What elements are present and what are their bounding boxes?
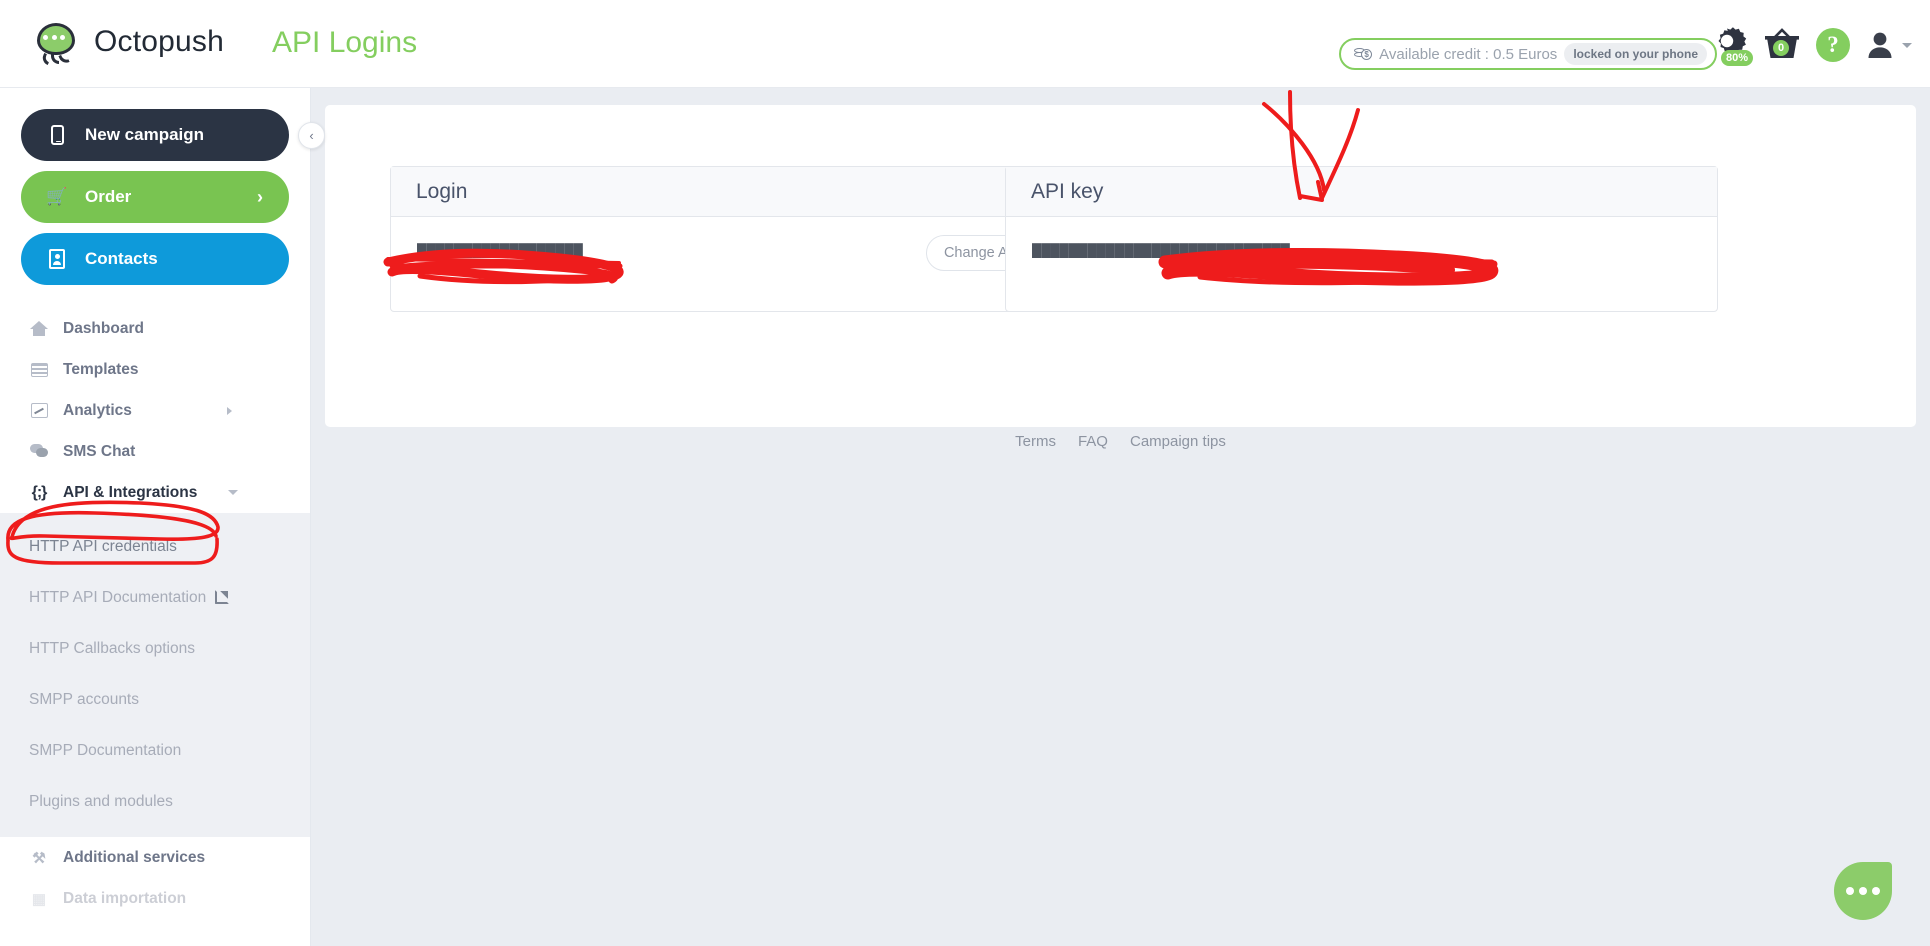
login-card: Login ██████████████████ Change API logi… bbox=[390, 166, 1103, 312]
chevron-right-icon: › bbox=[257, 186, 263, 207]
sidebar-item-smpp-documentation[interactable]: SMPP Documentation bbox=[0, 725, 310, 776]
basket-badge: 0 bbox=[1773, 40, 1790, 56]
sidebar-item-label: Data importation bbox=[63, 889, 187, 907]
sidebar-item-data-importation[interactable]: ▦ Data importation bbox=[0, 878, 310, 919]
main-content: Login ██████████████████ Change API logi… bbox=[311, 88, 1930, 946]
external-link-icon bbox=[215, 590, 230, 604]
footer-links: Terms FAQ Campaign tips bbox=[325, 433, 1916, 450]
sidebar-collapse-toggle[interactable]: ‹ bbox=[298, 122, 325, 149]
sidebar: New campaign 🛒 Order › Contacts Dashboar… bbox=[0, 88, 311, 946]
sidebar-item-http-api-credentials[interactable]: HTTP API credentials bbox=[0, 521, 310, 572]
credit-text: Available credit : 0.5 Euros bbox=[1379, 45, 1558, 63]
help-icon[interactable]: ? bbox=[1816, 28, 1850, 62]
template-icon bbox=[29, 362, 49, 377]
chevron-down-icon bbox=[1902, 42, 1912, 48]
shopping-cart-icon: 🛒 bbox=[46, 187, 68, 206]
header-icon-group: 80% 0 ? bbox=[1706, 24, 1912, 66]
gear-badge: 80% bbox=[1720, 50, 1753, 66]
gear-icon[interactable]: 80% bbox=[1706, 24, 1753, 66]
tools-icon: ⚒ bbox=[32, 849, 46, 867]
mobile-phone-icon bbox=[47, 125, 67, 145]
sidebar-item-api-integrations[interactable]: {;} API & Integrations bbox=[0, 472, 310, 513]
sidebar-subitem-label: SMPP accounts bbox=[29, 690, 139, 708]
user-menu[interactable] bbox=[1864, 29, 1912, 61]
api-key-card-body: ████████████████████████████ bbox=[1006, 217, 1717, 312]
database-icon: ▦ bbox=[31, 890, 47, 908]
login-card-title: Login bbox=[391, 167, 1102, 217]
sidebar-button-label: Order bbox=[85, 187, 132, 206]
footer-link-campaign-tips[interactable]: Campaign tips bbox=[1130, 433, 1226, 450]
sidebar-item-http-api-documentation[interactable]: HTTP API Documentation bbox=[0, 572, 310, 623]
chevron-right-icon bbox=[227, 406, 232, 415]
octopus-logo-icon bbox=[32, 18, 80, 66]
sidebar-item-templates[interactable]: Templates bbox=[0, 349, 310, 390]
sidebar-button-label: Contacts bbox=[85, 249, 158, 268]
api-key-card-title: API key bbox=[1006, 167, 1717, 217]
sidebar-subitem-label: Plugins and modules bbox=[29, 792, 173, 810]
code-braces-icon: {;} bbox=[31, 483, 48, 501]
sidebar-item-label: Templates bbox=[63, 360, 139, 378]
chevron-down-icon bbox=[228, 490, 238, 495]
api-key-value: ████████████████████████████ bbox=[1032, 243, 1290, 258]
sidebar-item-smpp-accounts[interactable]: SMPP accounts bbox=[0, 674, 310, 725]
sidebar-subitem-label: HTTP API Documentation bbox=[29, 588, 207, 606]
sidebar-item-label: API & Integrations bbox=[63, 483, 198, 501]
footer-link-terms[interactable]: Terms bbox=[1015, 433, 1056, 450]
chat-bubble-icon[interactable] bbox=[1834, 862, 1892, 920]
available-credit-pill[interactable]: $ Available credit : 0.5 Euros locked on… bbox=[1339, 38, 1717, 70]
basket-icon[interactable]: 0 bbox=[1762, 25, 1802, 65]
content-panel: Login ██████████████████ Change API logi… bbox=[325, 105, 1916, 427]
sidebar-subitem-label: HTTP Callbacks options bbox=[29, 639, 195, 657]
footer-link-faq[interactable]: FAQ bbox=[1078, 433, 1108, 450]
sidebar-item-additional-services[interactable]: ⚒ Additional services bbox=[0, 837, 310, 878]
coin-stack-icon: $ bbox=[1354, 46, 1373, 62]
api-key-card: API key ████████████████████████████ bbox=[1005, 166, 1718, 312]
sidebar-subitem-label: SMPP Documentation bbox=[29, 741, 182, 759]
sidebar-item-http-callbacks-options[interactable]: HTTP Callbacks options bbox=[0, 623, 310, 674]
page-title: API Logins bbox=[272, 26, 418, 59]
chart-icon bbox=[29, 403, 49, 418]
user-avatar-icon bbox=[1868, 32, 1892, 58]
sidebar-subitem-label: HTTP API credentials bbox=[29, 537, 177, 555]
top-header: Octopush API Logins $ Available credit :… bbox=[0, 0, 1930, 88]
sidebar-item-label: SMS Chat bbox=[63, 442, 136, 460]
sidebar-item-label: Analytics bbox=[63, 401, 132, 419]
chat-bubbles-icon bbox=[29, 444, 49, 459]
sidebar-item-label: Dashboard bbox=[63, 319, 144, 337]
login-value: ██████████████████ bbox=[417, 243, 583, 258]
sidebar-button-order[interactable]: 🛒 Order › bbox=[21, 171, 289, 223]
sidebar-submenu-api: HTTP API credentials HTTP API Documentat… bbox=[0, 513, 310, 837]
sidebar-item-dashboard[interactable]: Dashboard bbox=[0, 308, 310, 349]
credit-locked-badge: locked on your phone bbox=[1564, 43, 1707, 65]
sidebar-item-label: Additional services bbox=[63, 848, 206, 866]
contact-book-icon bbox=[47, 249, 67, 269]
sidebar-button-contacts[interactable]: Contacts bbox=[21, 233, 289, 285]
login-card-body: ██████████████████ Change API login bbox=[391, 217, 1102, 312]
sidebar-item-analytics[interactable]: Analytics bbox=[0, 390, 310, 431]
home-icon bbox=[29, 321, 49, 336]
sidebar-item-plugins-and-modules[interactable]: Plugins and modules bbox=[0, 776, 310, 827]
sidebar-item-sms-chat[interactable]: SMS Chat bbox=[0, 431, 310, 472]
brand[interactable]: Octopush bbox=[32, 18, 224, 66]
brand-name: Octopush bbox=[94, 25, 225, 58]
sidebar-button-label: New campaign bbox=[85, 125, 205, 144]
app-root: Octopush API Logins $ Available credit :… bbox=[0, 0, 1930, 946]
sidebar-button-new-campaign[interactable]: New campaign bbox=[21, 109, 289, 161]
